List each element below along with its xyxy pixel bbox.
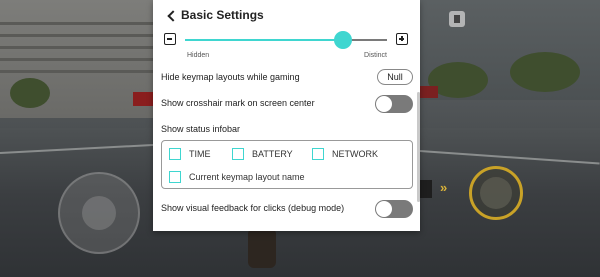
toggle-knob bbox=[376, 201, 392, 217]
plus-square-icon[interactable] bbox=[396, 33, 408, 45]
hide-keymap-button[interactable]: Null bbox=[377, 69, 413, 85]
panel-header: Basic Settings bbox=[153, 0, 420, 32]
checkbox-network[interactable] bbox=[312, 148, 324, 160]
opacity-slider-row: Hidden Distinct bbox=[153, 30, 420, 62]
arrows-icon: » bbox=[440, 180, 448, 195]
checkbox-time[interactable] bbox=[169, 148, 181, 160]
option-network-label: NETWORK bbox=[332, 149, 378, 159]
tree bbox=[10, 78, 50, 108]
slider-fill bbox=[185, 39, 343, 41]
basic-settings-panel: Basic Settings Hidden Distinct Hide keym… bbox=[153, 0, 420, 231]
crosshair-label: Show crosshair mark on screen center bbox=[161, 98, 315, 108]
checkbox-keymap-name[interactable] bbox=[169, 171, 181, 183]
minus-square-icon[interactable] bbox=[164, 33, 176, 45]
crosshair-row: Show crosshair mark on screen center bbox=[161, 95, 413, 113]
red-sign bbox=[420, 86, 438, 98]
opacity-slider[interactable] bbox=[185, 31, 387, 49]
panel-scrollbar[interactable] bbox=[417, 92, 420, 202]
crosshair-toggle[interactable] bbox=[375, 95, 413, 113]
visual-feedback-toggle[interactable] bbox=[375, 200, 413, 218]
hide-keymap-row: Hide keymap layouts while gaming Null bbox=[161, 69, 413, 87]
slider-thumb[interactable] bbox=[333, 31, 352, 49]
player-character bbox=[248, 228, 276, 268]
panel-title: Basic Settings bbox=[181, 8, 264, 22]
option-time-label: TIME bbox=[189, 149, 211, 159]
joystick-icon[interactable] bbox=[58, 172, 140, 254]
joystick-knob bbox=[82, 196, 116, 230]
hide-keymap-label: Hide keymap layouts while gaming bbox=[161, 72, 300, 82]
option-battery-label: BATTERY bbox=[252, 149, 293, 159]
slider-min-label: Hidden bbox=[187, 52, 210, 59]
checkbox-battery[interactable] bbox=[232, 148, 244, 160]
chevron-left-icon[interactable] bbox=[166, 8, 180, 24]
fire-button-core bbox=[480, 177, 512, 209]
hud-strip bbox=[420, 180, 432, 198]
exit-icon[interactable] bbox=[449, 11, 465, 27]
slider-max-label: Distinct bbox=[364, 52, 387, 59]
visual-feedback-label: Show visual feedback for clicks (debug m… bbox=[161, 203, 345, 213]
toggle-knob bbox=[376, 96, 392, 112]
visual-feedback-row: Show visual feedback for clicks (debug m… bbox=[161, 200, 413, 218]
status-infobar-label: Show status infobar bbox=[161, 124, 241, 134]
status-infobar-options: TIME BATTERY NETWORK Current keymap layo… bbox=[161, 140, 413, 189]
fire-button-icon[interactable] bbox=[469, 166, 523, 220]
option-keymap-name-label: Current keymap layout name bbox=[189, 172, 305, 182]
tree bbox=[510, 52, 580, 92]
